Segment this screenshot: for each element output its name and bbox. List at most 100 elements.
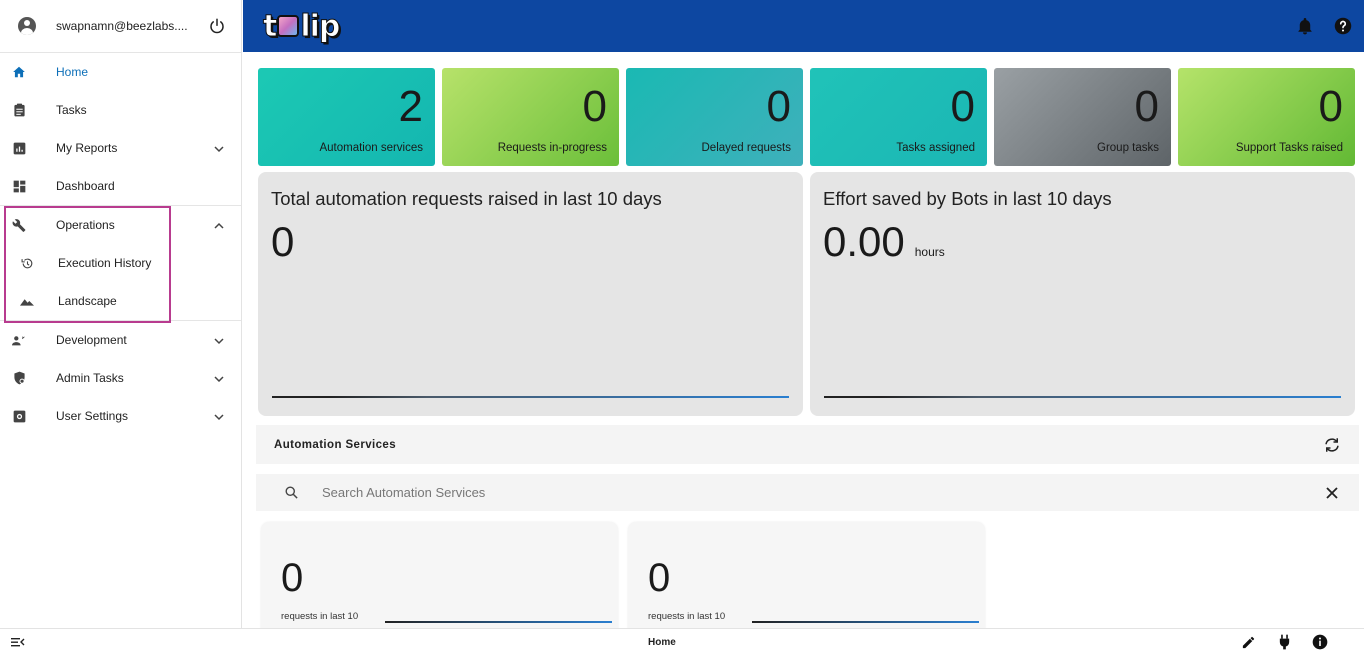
chevron-down-icon[interactable] xyxy=(213,142,225,154)
section-title: Automation Services xyxy=(274,438,396,451)
requests-panel: Total automation requests raised in last… xyxy=(258,172,803,416)
card-label: requests in last 10 xyxy=(281,611,359,622)
account-icon[interactable] xyxy=(18,17,36,35)
search-input[interactable] xyxy=(322,485,1323,500)
admin-shield-icon xyxy=(12,371,26,385)
main-content: 2 Automation services 0 Requests in-prog… xyxy=(243,52,1364,628)
sidebar-item-label: User Settings xyxy=(56,409,129,423)
sidebar-item-home[interactable]: Home xyxy=(0,53,241,91)
tile-tasks-assigned[interactable]: 0 Tasks assigned xyxy=(810,68,987,166)
close-icon[interactable] xyxy=(1323,484,1341,502)
tile-support-tasks-raised[interactable]: 0 Support Tasks raised xyxy=(1178,68,1355,166)
sidebar-item-landscape[interactable]: Landscape xyxy=(0,282,241,320)
tile-label: Delayed requests xyxy=(701,142,792,154)
tile-value: 0 xyxy=(766,82,791,131)
panel-title: Total automation requests raised in last… xyxy=(271,188,662,209)
sparkline xyxy=(824,396,1341,398)
sidebar: swapnamn@beezlabs.... Home Tasks My Repo… xyxy=(0,0,242,628)
sidebar-item-label: Admin Tasks xyxy=(56,371,124,385)
sidebar-item-label: My Reports xyxy=(56,141,118,155)
sidebar-item-execution-history[interactable]: Execution History xyxy=(0,244,241,282)
sidebar-item-label: Operations xyxy=(56,218,115,232)
panel-value: 0.00 xyxy=(823,218,905,265)
tile-requests-in-progress[interactable]: 0 Requests in-progress xyxy=(442,68,619,166)
card-value: 0 xyxy=(281,556,304,600)
sidebar-item-user-settings[interactable]: User Settings xyxy=(0,397,241,435)
sidebar-item-admin-tasks[interactable]: Admin Tasks xyxy=(0,359,241,397)
refresh-icon[interactable] xyxy=(1323,436,1341,454)
nav-list: Home Tasks My Reports Dashboard Operatio… xyxy=(0,53,241,435)
effort-panel: Effort saved by Bots in last 10 days 0.0… xyxy=(810,172,1355,416)
sidebar-item-label: Development xyxy=(56,333,127,347)
tile-label: Requests in-progress xyxy=(497,142,607,154)
sidebar-item-label: Home xyxy=(56,65,89,79)
history-icon xyxy=(20,256,34,270)
tile-delayed-requests[interactable]: 0 Delayed requests xyxy=(626,68,803,166)
tile-value: 0 xyxy=(1134,82,1159,131)
card-label: requests in last 10 xyxy=(648,611,726,622)
plug-icon[interactable] xyxy=(1276,634,1292,650)
chevron-down-icon[interactable] xyxy=(213,410,225,422)
tile-label: Tasks assigned xyxy=(896,142,975,154)
panel-unit: hours xyxy=(914,245,945,259)
footer-page-label: Home xyxy=(648,637,676,648)
sidebar-item-operations[interactable]: Operations xyxy=(0,206,241,244)
service-card[interactable]: 0 requests in last 10 xyxy=(628,522,985,628)
panel-value: 0 xyxy=(271,218,295,265)
logo-text-end: lip xyxy=(300,8,341,44)
tile-label: Support Tasks raised xyxy=(1235,142,1343,154)
sidebar-item-label: Tasks xyxy=(56,103,87,117)
user-email: swapnamn@beezlabs.... xyxy=(56,19,188,33)
help-icon[interactable] xyxy=(1334,17,1352,35)
sidebar-item-tasks[interactable]: Tasks xyxy=(0,91,241,129)
panel-value-row: 0.00 hours xyxy=(823,218,945,266)
user-row: swapnamn@beezlabs.... xyxy=(0,0,241,53)
sparkline xyxy=(385,621,612,623)
sparkline xyxy=(272,396,789,398)
service-card[interactable]: 0 requests in last 10 xyxy=(261,522,618,628)
settings-box-icon xyxy=(12,409,26,423)
app-root: swapnamn@beezlabs.... Home Tasks My Repo… xyxy=(0,0,1364,656)
bell-icon[interactable] xyxy=(1296,17,1314,35)
logo-mark xyxy=(277,15,300,37)
chevron-down-icon[interactable] xyxy=(213,372,225,384)
card-value: 0 xyxy=(648,556,671,600)
wrench-icon xyxy=(12,218,26,232)
power-icon[interactable] xyxy=(207,16,227,36)
sidebar-item-dashboard[interactable]: Dashboard xyxy=(0,167,241,205)
developer-icon xyxy=(12,333,26,347)
chevron-down-icon[interactable] xyxy=(213,334,225,346)
top-header: t lip xyxy=(243,0,1364,52)
footer-bar: Home xyxy=(0,628,1364,656)
automation-services-bar: Automation Services xyxy=(256,425,1359,464)
report-icon xyxy=(12,141,26,155)
sidebar-item-label: Execution History xyxy=(58,256,152,270)
footer-actions xyxy=(1240,634,1328,650)
tile-label: Group tasks xyxy=(1097,142,1159,154)
sidebar-item-label: Landscape xyxy=(58,294,117,308)
panel-title: Effort saved by Bots in last 10 days xyxy=(823,188,1112,209)
tile-value: 2 xyxy=(398,82,423,131)
sidebar-item-my-reports[interactable]: My Reports xyxy=(0,129,241,167)
header-actions xyxy=(1296,17,1352,35)
sidebar-item-label: Dashboard xyxy=(56,179,115,193)
dashboard-icon xyxy=(12,179,26,193)
logo-text-start: t xyxy=(262,8,277,44)
sparkline xyxy=(752,621,979,623)
app-logo[interactable]: t lip xyxy=(262,8,341,44)
pencil-icon[interactable] xyxy=(1240,634,1256,650)
search-bar xyxy=(256,474,1359,511)
chevron-up-icon[interactable] xyxy=(213,219,225,231)
clipboard-icon xyxy=(12,103,26,117)
info-icon[interactable] xyxy=(1312,634,1328,650)
collapse-menu-icon[interactable] xyxy=(11,635,25,649)
tile-group-tasks[interactable]: 0 Group tasks xyxy=(994,68,1171,166)
search-icon xyxy=(282,484,300,502)
tile-value: 0 xyxy=(582,82,607,131)
home-icon xyxy=(12,65,26,79)
sidebar-item-development[interactable]: Development xyxy=(0,321,241,359)
tile-label: Automation services xyxy=(319,142,423,154)
stat-tiles: 2 Automation services 0 Requests in-prog… xyxy=(258,68,1355,166)
tile-value: 0 xyxy=(950,82,975,131)
tile-automation-services[interactable]: 2 Automation services xyxy=(258,68,435,166)
